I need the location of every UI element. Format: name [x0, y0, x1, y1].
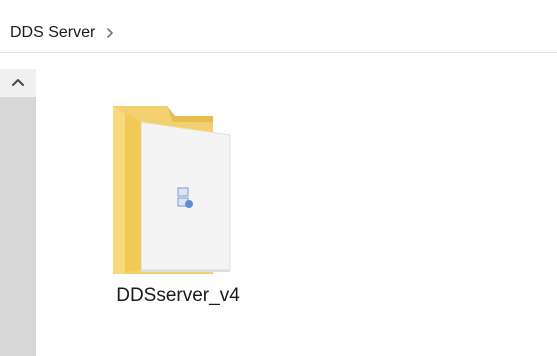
file-name: DDSserver_v4	[116, 285, 240, 306]
breadcrumb: DDS Server	[0, 14, 557, 53]
scroll-up-button[interactable]	[0, 69, 36, 97]
folder-icon	[103, 102, 243, 277]
chevron-up-icon	[11, 74, 25, 92]
folder-item[interactable]: DDSserver_v4	[88, 92, 268, 308]
breadcrumb-item-dds-server[interactable]: DDS Server	[10, 23, 95, 43]
chevron-right-icon[interactable]	[104, 23, 116, 43]
file-explorer-window: DDS Server DDSserver_v4	[0, 0, 557, 356]
scrollbar-track[interactable]	[0, 97, 36, 356]
title-strip	[0, 0, 557, 15]
vertical-scrollbar[interactable]	[0, 69, 36, 356]
